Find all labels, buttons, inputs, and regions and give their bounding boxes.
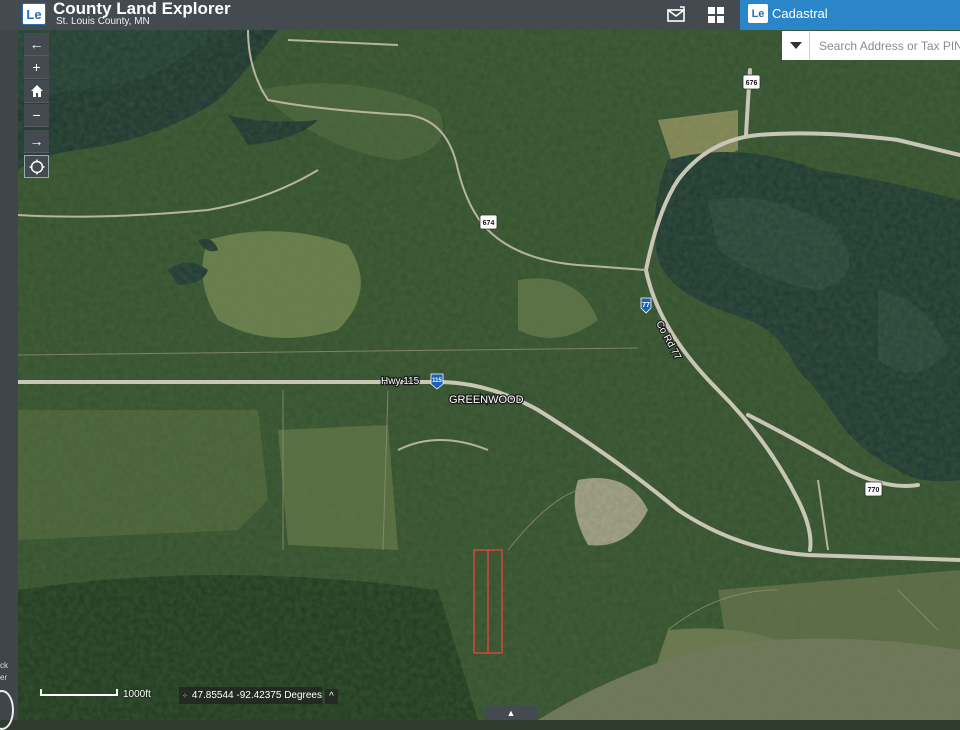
forward-extent-button[interactable]: → [24, 130, 49, 153]
coordinate-text: 47.85544 -92.42375 Degrees [191, 690, 322, 701]
left-panel-strip[interactable]: ck er [0, 30, 18, 730]
app-header: Le County Land Explorer St. Louis County… [0, 0, 960, 30]
coordinate-readout[interactable]: 47.85544 -92.42375 Degrees [179, 687, 322, 704]
app-logo: Le [22, 3, 46, 25]
shield-676-label: 676 [746, 80, 758, 87]
shield-115-label: 115 [432, 378, 442, 384]
place-label-greenwood: GREENWOOD [449, 394, 524, 406]
back-extent-button[interactable]: ← [24, 33, 49, 56]
envelope-icon[interactable] [666, 5, 686, 25]
scale-bar [40, 689, 118, 696]
shield-770-label: 770 [868, 487, 880, 494]
scale-label: 1000ft [123, 689, 151, 700]
bottom-panel-toggle[interactable]: ▲ [485, 706, 537, 720]
search-source-dropdown[interactable] [782, 31, 810, 60]
road-label-hwy115: Hwy 115 [381, 376, 420, 387]
house-icon [30, 85, 43, 97]
shield-77-label: 77 [642, 302, 650, 309]
home-button[interactable] [24, 80, 49, 103]
coordinate-toggle-button[interactable]: ^ [325, 689, 338, 704]
shield-674-label: 674 [483, 220, 495, 227]
grid-icon[interactable] [706, 5, 726, 25]
map-view[interactable]: 676 674 77 115 770 Hwy 115 GREENWOOD Co … [18, 30, 960, 720]
theme-logo: Le [748, 4, 768, 23]
theme-label: Cadastral [772, 6, 828, 21]
crosshair-icon [29, 159, 44, 174]
zoom-out-button[interactable]: − [24, 104, 49, 127]
zoom-in-button[interactable]: + [24, 56, 49, 79]
satellite-map[interactable]: 676 674 77 115 770 Hwy 115 GREENWOOD Co … [18, 30, 960, 720]
strip-text: ck er [0, 661, 8, 682]
crosshair-small-icon [183, 693, 187, 698]
app-subtitle: St. Louis County, MN [56, 16, 150, 27]
county-seal-icon [0, 690, 14, 730]
theme-button[interactable]: Le Cadastral [740, 0, 960, 30]
locate-button[interactable] [24, 155, 49, 178]
search-input[interactable] [810, 31, 960, 60]
caret-down-icon [789, 41, 802, 49]
